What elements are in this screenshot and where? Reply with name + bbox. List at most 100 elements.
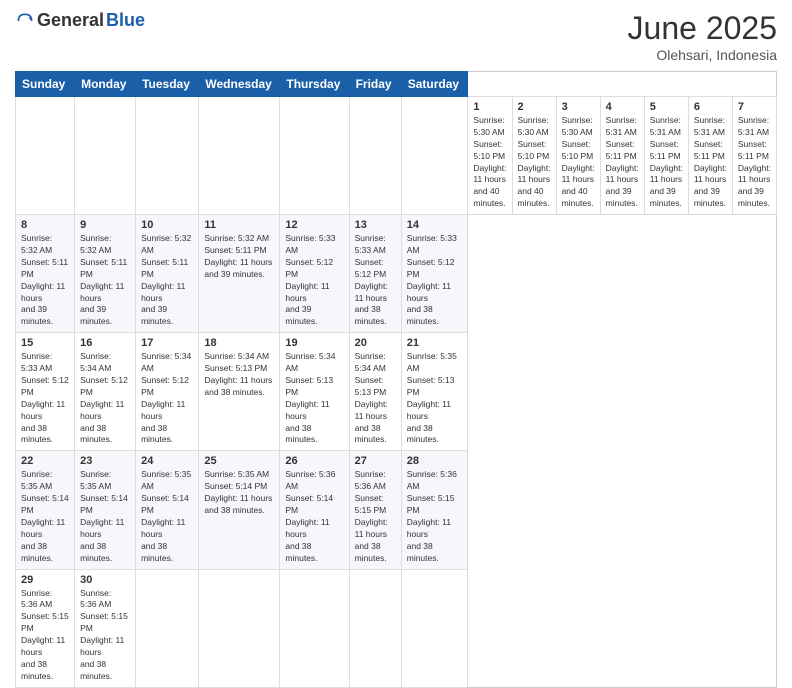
day-number: 20 [355,337,396,349]
day-number: 3 [562,101,595,113]
day-info: Sunrise: 5:35 AMSunset: 5:14 PMDaylight:… [80,469,130,564]
calendar-cell: 18 Sunrise: 5:34 AMSunset: 5:13 PMDaylig… [199,333,280,451]
day-info: Sunrise: 5:36 AMSunset: 5:14 PMDaylight:… [285,469,343,564]
logo: General Blue [15,10,145,31]
day-info: Sunrise: 5:32 AMSunset: 5:11 PMDaylight:… [204,233,274,281]
weekday-header-wednesday: Wednesday [199,72,280,97]
calendar-table: SundayMondayTuesdayWednesdayThursdayFrid… [15,71,777,688]
calendar-cell: 15 Sunrise: 5:33 AMSunset: 5:12 PMDaylig… [16,333,75,451]
calendar-cell: 23 Sunrise: 5:35 AMSunset: 5:14 PMDaylig… [75,451,136,569]
day-number: 9 [80,219,130,231]
day-info: Sunrise: 5:30 AMSunset: 5:10 PMDaylight:… [562,115,595,210]
calendar-cell: 4 Sunrise: 5:31 AMSunset: 5:11 PMDayligh… [600,97,644,215]
calendar-cell: 24 Sunrise: 5:35 AMSunset: 5:14 PMDaylig… [136,451,199,569]
day-number: 17 [141,337,193,349]
day-number: 18 [204,337,274,349]
calendar-cell [280,97,349,215]
day-info: Sunrise: 5:34 AMSunset: 5:12 PMDaylight:… [80,351,130,446]
calendar-cell [16,97,75,215]
day-number: 21 [407,337,463,349]
day-info: Sunrise: 5:34 AMSunset: 5:12 PMDaylight:… [141,351,193,446]
title-location: Olehsari, Indonesia [628,47,777,63]
calendar-cell: 13 Sunrise: 5:33 AMSunset: 5:12 PMDaylig… [349,215,401,333]
day-info: Sunrise: 5:32 AMSunset: 5:11 PMDaylight:… [80,233,130,328]
day-info: Sunrise: 5:31 AMSunset: 5:11 PMDaylight:… [694,115,727,210]
day-number: 6 [694,101,727,113]
calendar-cell [199,97,280,215]
weekday-header-friday: Friday [349,72,401,97]
calendar-week-1: 1 Sunrise: 5:30 AMSunset: 5:10 PMDayligh… [16,97,777,215]
weekday-header-monday: Monday [75,72,136,97]
day-number: 10 [141,219,193,231]
day-info: Sunrise: 5:35 AMSunset: 5:14 PMDaylight:… [21,469,69,564]
weekday-header-saturday: Saturday [401,72,468,97]
calendar-cell [401,569,468,687]
day-info: Sunrise: 5:35 AMSunset: 5:14 PMDaylight:… [141,469,193,564]
day-info: Sunrise: 5:36 AMSunset: 5:15 PMDaylight:… [407,469,463,564]
calendar-cell: 22 Sunrise: 5:35 AMSunset: 5:14 PMDaylig… [16,451,75,569]
day-number: 29 [21,574,69,586]
day-info: Sunrise: 5:36 AMSunset: 5:15 PMDaylight:… [355,469,396,564]
calendar-cell: 30 Sunrise: 5:36 AMSunset: 5:15 PMDaylig… [75,569,136,687]
day-number: 16 [80,337,130,349]
calendar-cell: 6 Sunrise: 5:31 AMSunset: 5:11 PMDayligh… [688,97,732,215]
day-info: Sunrise: 5:33 AMSunset: 5:12 PMDaylight:… [407,233,463,328]
calendar-cell [280,569,349,687]
day-info: Sunrise: 5:32 AMSunset: 5:11 PMDaylight:… [141,233,193,328]
day-info: Sunrise: 5:34 AMSunset: 5:13 PMDaylight:… [285,351,343,446]
day-number: 15 [21,337,69,349]
title-block: June 2025 Olehsari, Indonesia [628,10,777,63]
calendar-cell: 1 Sunrise: 5:30 AMSunset: 5:10 PMDayligh… [468,97,512,215]
logo-general-text: General [37,10,104,31]
calendar-cell [136,569,199,687]
calendar-cell [136,97,199,215]
day-info: Sunrise: 5:30 AMSunset: 5:10 PMDaylight:… [473,115,506,210]
day-number: 22 [21,455,69,467]
day-number: 25 [204,455,274,467]
day-info: Sunrise: 5:36 AMSunset: 5:15 PMDaylight:… [80,588,130,683]
calendar-cell: 20 Sunrise: 5:34 AMSunset: 5:13 PMDaylig… [349,333,401,451]
calendar-cell: 27 Sunrise: 5:36 AMSunset: 5:15 PMDaylig… [349,451,401,569]
calendar-cell: 26 Sunrise: 5:36 AMSunset: 5:14 PMDaylig… [280,451,349,569]
day-number: 26 [285,455,343,467]
day-number: 8 [21,219,69,231]
day-number: 27 [355,455,396,467]
day-number: 23 [80,455,130,467]
day-number: 19 [285,337,343,349]
day-info: Sunrise: 5:31 AMSunset: 5:11 PMDaylight:… [606,115,639,210]
day-info: Sunrise: 5:30 AMSunset: 5:10 PMDaylight:… [518,115,551,210]
calendar-cell: 19 Sunrise: 5:34 AMSunset: 5:13 PMDaylig… [280,333,349,451]
day-number: 30 [80,574,130,586]
calendar-week-5: 29 Sunrise: 5:36 AMSunset: 5:15 PMDaylig… [16,569,777,687]
day-number: 2 [518,101,551,113]
calendar-cell: 21 Sunrise: 5:35 AMSunset: 5:13 PMDaylig… [401,333,468,451]
day-info: Sunrise: 5:31 AMSunset: 5:11 PMDaylight:… [650,115,683,210]
day-number: 11 [204,219,274,231]
calendar-cell: 28 Sunrise: 5:36 AMSunset: 5:15 PMDaylig… [401,451,468,569]
logo-icon [15,11,35,31]
day-number: 1 [473,101,506,113]
calendar-cell: 8 Sunrise: 5:32 AMSunset: 5:11 PMDayligh… [16,215,75,333]
weekday-header-sunday: Sunday [16,72,75,97]
calendar-cell: 10 Sunrise: 5:32 AMSunset: 5:11 PMDaylig… [136,215,199,333]
calendar-cell: 29 Sunrise: 5:36 AMSunset: 5:15 PMDaylig… [16,569,75,687]
weekday-header-tuesday: Tuesday [136,72,199,97]
page: General Blue June 2025 Olehsari, Indones… [0,0,792,612]
calendar-cell: 11 Sunrise: 5:32 AMSunset: 5:11 PMDaylig… [199,215,280,333]
calendar-cell [349,97,401,215]
calendar-week-2: 8 Sunrise: 5:32 AMSunset: 5:11 PMDayligh… [16,215,777,333]
day-number: 28 [407,455,463,467]
calendar-cell [349,569,401,687]
day-number: 4 [606,101,639,113]
calendar-header-row: SundayMondayTuesdayWednesdayThursdayFrid… [16,72,777,97]
day-number: 13 [355,219,396,231]
calendar-cell [199,569,280,687]
calendar-cell: 14 Sunrise: 5:33 AMSunset: 5:12 PMDaylig… [401,215,468,333]
day-info: Sunrise: 5:33 AMSunset: 5:12 PMDaylight:… [285,233,343,328]
day-number: 24 [141,455,193,467]
calendar-week-4: 22 Sunrise: 5:35 AMSunset: 5:14 PMDaylig… [16,451,777,569]
calendar-cell: 5 Sunrise: 5:31 AMSunset: 5:11 PMDayligh… [644,97,688,215]
calendar-week-3: 15 Sunrise: 5:33 AMSunset: 5:12 PMDaylig… [16,333,777,451]
calendar-cell: 7 Sunrise: 5:31 AMSunset: 5:11 PMDayligh… [732,97,776,215]
day-info: Sunrise: 5:32 AMSunset: 5:11 PMDaylight:… [21,233,69,328]
